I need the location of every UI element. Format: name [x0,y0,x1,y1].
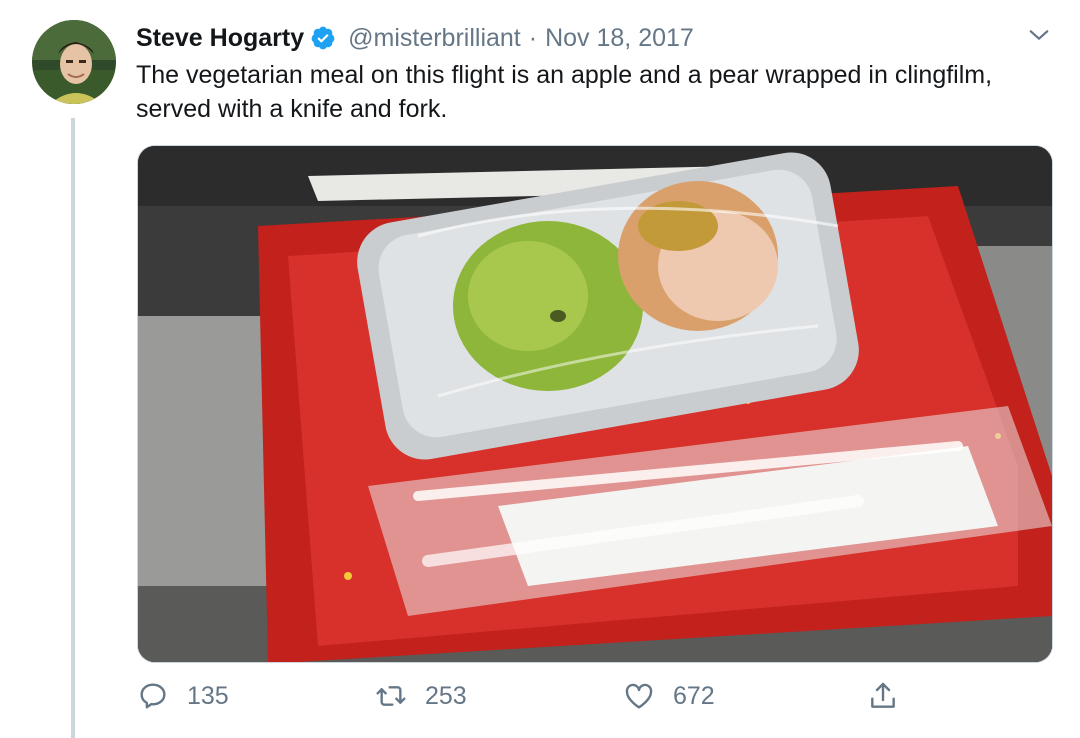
retweet-button[interactable]: 253 [375,676,467,716]
tweet-photo[interactable] [137,145,1053,663]
author-name[interactable]: Steve Hogarty [136,24,304,53]
retweet-icon [376,686,406,706]
retweet-count: 253 [425,681,467,710]
photo-illustration [138,146,1052,662]
tweet-text: The vegetarian meal on this flight is an… [136,61,993,123]
reply-count: 135 [187,681,229,710]
heart-icon [625,683,653,709]
action-bar: 135 253 672 [137,676,917,716]
like-count: 672 [673,681,715,710]
verified-badge-icon [310,25,336,51]
tweet-date[interactable]: Nov 18, 2017 [545,24,694,53]
share-icon [871,682,895,708]
share-button[interactable] [867,676,917,716]
like-button[interactable]: 672 [623,676,715,716]
reply-icon [140,683,166,709]
separator-dot: · [528,23,538,52]
reply-button[interactable]: 135 [137,676,229,716]
chevron-down-icon[interactable] [1028,24,1050,46]
avatar[interactable] [32,20,116,104]
author-handle[interactable]: @misterbrilliant [348,24,521,53]
tweet-header: Steve Hogarty @misterbrilliant · Nov 18,… [136,20,1050,56]
thread-line [71,118,75,738]
avatar-image [32,20,116,104]
